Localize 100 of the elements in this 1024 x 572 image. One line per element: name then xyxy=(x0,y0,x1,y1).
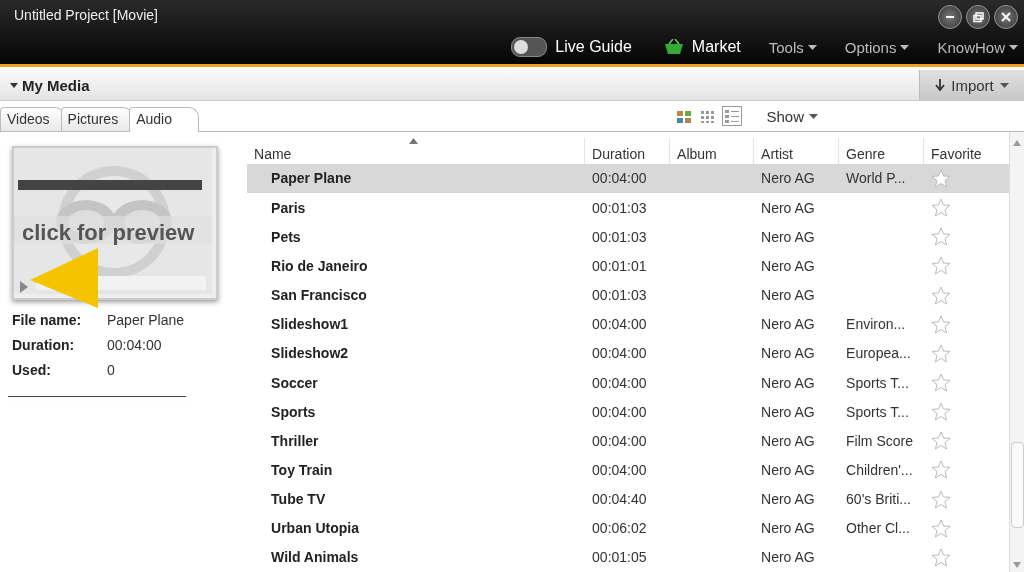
table-cell-text: Nero AG xyxy=(760,170,816,187)
table-row[interactable]: San Francisco 00:01:03 Nero AG xyxy=(247,280,1010,310)
table-cell-text: Nero AG xyxy=(760,520,816,537)
star-icon[interactable] xyxy=(931,431,952,451)
table-cell-text: Nero AG xyxy=(760,316,816,333)
table-row[interactable]: Slideshow2 00:04:00 Nero AG Europea... xyxy=(247,338,1010,368)
detail-value: Paper Plane xyxy=(107,312,186,328)
table-row[interactable]: Pets 00:01:03 Nero AG xyxy=(247,222,1010,252)
table-row[interactable]: Paris 00:01:03 Nero AG xyxy=(247,193,1010,223)
detail-value: 00:04:00 xyxy=(107,337,163,353)
caret-icon xyxy=(900,44,910,50)
show-menu[interactable]: Show xyxy=(760,106,824,126)
star-icon[interactable] xyxy=(931,256,952,276)
table-cell-text: Nero AG xyxy=(760,462,816,478)
details-view-icon xyxy=(724,108,741,124)
table-row[interactable]: Paper Plane 00:04:00 Nero AG World P... xyxy=(247,163,1010,193)
table-cell-text: 00:04:00 xyxy=(591,316,648,333)
table-row[interactable]: Rio de Janeiro 00:01:01 Nero AG xyxy=(247,251,1010,281)
column-header[interactable]: Genre xyxy=(838,137,924,164)
table-cell-text: Pets xyxy=(270,228,302,245)
table-cell-text: 00:04:00 xyxy=(591,170,648,187)
table-row[interactable]: Thriller 00:04:00 Nero AG Film Score xyxy=(247,426,1010,456)
star-icon[interactable] xyxy=(931,547,952,567)
table-cell-text: Toy Train xyxy=(270,462,334,478)
star-icon[interactable] xyxy=(931,518,952,538)
star-icon[interactable] xyxy=(931,402,952,422)
star-icon[interactable] xyxy=(931,343,952,363)
column-header[interactable]: Duration xyxy=(584,137,670,164)
table-cell-text: 00:01:01 xyxy=(591,257,648,274)
star-icon[interactable] xyxy=(931,373,952,392)
caret-icon xyxy=(809,113,818,119)
table-cell-text: Soccer xyxy=(270,374,319,391)
table-cell-text: Paris xyxy=(270,199,307,216)
table-cell-text: 00:01:05 xyxy=(591,549,648,566)
column-header[interactable]: Name xyxy=(247,137,585,164)
table-cell-text: 00:04:00 xyxy=(591,374,648,391)
table-row[interactable]: Sports 00:04:00 Nero AG Sports T... xyxy=(247,397,1010,427)
table-row[interactable]: Toy Train 00:04:00 Nero AG Children'... xyxy=(247,455,1010,485)
table-cell-text: Nero AG xyxy=(760,345,816,362)
star-icon[interactable] xyxy=(931,168,952,188)
panel-title: My Media xyxy=(22,76,90,94)
star-icon[interactable] xyxy=(931,227,952,247)
star-icon[interactable] xyxy=(931,285,952,305)
preview-thumbnail[interactable]: click for preview xyxy=(12,146,218,300)
star-icon[interactable] xyxy=(931,489,952,509)
table-cell-text: Sports xyxy=(270,403,317,420)
collapse-icon xyxy=(10,82,18,88)
window-title: Untitled Project [Movie] xyxy=(14,7,158,23)
scrollbar-thumb[interactable] xyxy=(1011,442,1024,528)
restore-icon xyxy=(972,11,984,23)
table-cell-text: Rio de Janeiro xyxy=(270,257,369,274)
table-cell-text: 00:01:03 xyxy=(591,199,648,216)
table-cell-text: Other Cl... xyxy=(845,520,911,537)
table-row[interactable]: Slideshow1 00:04:00 Nero AG Environ... xyxy=(247,309,1010,339)
table-cell-text: Children'... xyxy=(845,462,914,478)
table-cell-text: Nero AG xyxy=(760,257,816,274)
table-cell-text: 00:04:00 xyxy=(591,432,648,449)
column-header[interactable]: Album xyxy=(669,137,754,164)
table-cell-text: 00:04:00 xyxy=(591,403,648,420)
restore-button[interactable] xyxy=(966,5,990,29)
caret-icon xyxy=(999,82,1009,88)
menu-item[interactable]: Options xyxy=(844,38,910,56)
table-row[interactable]: Urban Utopia 00:06:02 Nero AG Other Cl... xyxy=(247,513,1010,543)
table-row[interactable]: Soccer 00:04:00 Nero AG Sports T... xyxy=(247,367,1010,398)
live-guide-toggle[interactable]: Live Guide xyxy=(511,37,632,57)
star-icon[interactable] xyxy=(931,314,952,334)
table-cell-text: San Francisco xyxy=(270,287,368,304)
close-icon xyxy=(1001,12,1011,22)
column-header[interactable]: Artist xyxy=(753,137,839,164)
minimize-icon xyxy=(946,16,954,18)
minimize-button[interactable] xyxy=(938,5,962,29)
table-cell-text: Thriller xyxy=(270,432,320,449)
market-button[interactable]: Market xyxy=(663,38,741,56)
view-mode-button[interactable] xyxy=(722,106,743,126)
thumbnail-view-icon xyxy=(676,108,693,124)
table-cell-text: Environ... xyxy=(845,316,907,333)
table-row[interactable]: Wild Animals 00:01:05 Nero AG xyxy=(247,542,1010,572)
table-cell-text: Nero AG xyxy=(760,287,816,304)
tab[interactable]: Audio xyxy=(129,107,199,132)
table-cell-text: 00:06:02 xyxy=(591,520,648,537)
table-cell-text: Nero AG xyxy=(760,549,816,566)
star-icon[interactable] xyxy=(931,460,952,480)
table-cell-text: Slideshow2 xyxy=(270,345,350,362)
menu-item[interactable]: Tools xyxy=(768,38,817,56)
table-cell-text: Paper Plane xyxy=(270,170,353,187)
table-cell-text: Wild Animals xyxy=(270,549,360,566)
pointer-arrow xyxy=(30,248,100,308)
table-cell-text: 00:04:00 xyxy=(591,462,648,478)
detail-label: Duration: xyxy=(12,337,76,353)
basket-icon xyxy=(663,39,684,55)
preview-caption: click for preview xyxy=(22,220,195,246)
close-button[interactable] xyxy=(994,5,1018,29)
table-row[interactable]: Tube TV 00:04:40 Nero AG 60's Briti... xyxy=(247,484,1010,514)
table-cell-text: Nero AG xyxy=(760,491,816,508)
table-cell-text: Slideshow1 xyxy=(270,316,350,333)
table-cell-text: Film Score xyxy=(845,432,914,449)
table-cell-text: 00:04:40 xyxy=(591,491,648,508)
import-button[interactable]: Import xyxy=(919,70,1024,100)
menu-item[interactable]: KnowHow xyxy=(937,38,1018,56)
star-icon[interactable] xyxy=(931,198,952,218)
